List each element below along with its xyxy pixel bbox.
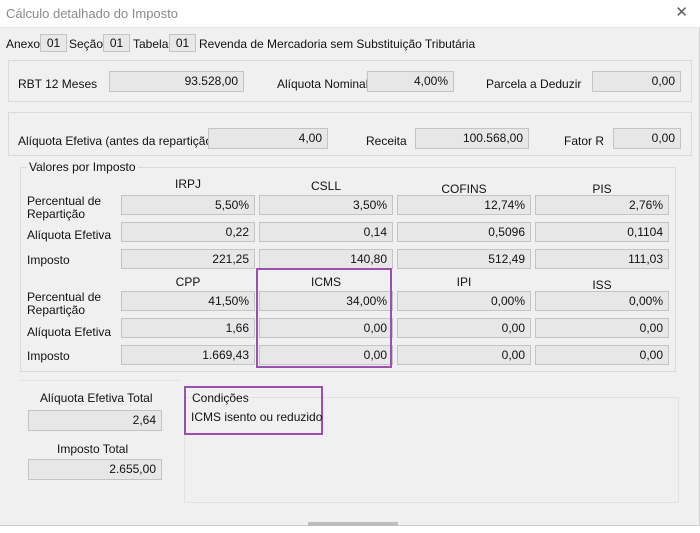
- row-label-aliquota: Alíquota Efetiva: [27, 228, 112, 242]
- valores-group-title: Valores por Imposto: [27, 160, 138, 174]
- icms-percentual: 34,00%: [259, 291, 393, 311]
- header-csll: CSLL: [310, 179, 342, 193]
- row-label-percentual: Percentual de Repartição: [27, 194, 102, 221]
- header-icms: ICMS: [311, 275, 341, 289]
- header-cpp: CPP: [175, 275, 201, 289]
- aliquota-efetiva-label: Alíquota Efetiva (antes da repartição): [18, 134, 217, 148]
- pis-percentual: 2,76%: [535, 195, 669, 215]
- irpj-aliquota: 0,22: [121, 222, 255, 242]
- receita-field: 100.568,00: [415, 128, 529, 149]
- irpj-imposto: 221,25: [121, 249, 255, 269]
- anexo-field: 01: [40, 34, 67, 52]
- pis-aliquota: 0,1104: [535, 222, 669, 242]
- header-iss: ISS: [592, 278, 612, 292]
- anexo-label: Anexo: [6, 37, 41, 51]
- iss-percentual: 0,00%: [535, 291, 669, 311]
- totals-separator: [20, 380, 180, 381]
- pis-imposto: 111,03: [535, 249, 669, 269]
- aliquota-nominal-field: 4,00%: [367, 71, 454, 92]
- cofins-imposto: 512,49: [397, 249, 531, 269]
- header-cofins: COFINS: [441, 182, 487, 196]
- aliquota-nominal-label: Alíquota Nominal: [277, 77, 369, 91]
- ipi-percentual: 0,00%: [397, 291, 531, 311]
- fator-r-label: Fator R: [564, 134, 605, 148]
- row-label-aliquota-2: Alíquota Efetiva: [27, 325, 112, 339]
- condicoes-title: Condições: [192, 391, 249, 405]
- icms-aliquota: 0,00: [259, 318, 393, 338]
- iss-aliquota: 0,00: [535, 318, 669, 338]
- rbt-field: 93.528,00: [109, 71, 244, 92]
- cofins-aliquota: 0,5096: [397, 222, 531, 242]
- detail-window: Cálculo detalhado do Imposto ✕ Anexo 01 …: [0, 0, 700, 526]
- cpp-percentual: 41,50%: [121, 291, 255, 311]
- aliquota-total-label: Alíquota Efetiva Total: [40, 391, 153, 405]
- header-pis: PIS: [592, 182, 612, 196]
- csll-percentual: 3,50%: [259, 195, 393, 215]
- title-bar: Cálculo detalhado do Imposto ✕: [0, 0, 700, 28]
- header-irpj: IRPJ: [174, 177, 201, 191]
- aliquota-efetiva-field: 4,00: [208, 128, 328, 149]
- icms-imposto: 0,00: [259, 345, 393, 365]
- aliquota-total-field: 2,64: [28, 410, 162, 431]
- condicoes-text: ICMS isento ou reduzido: [191, 410, 323, 424]
- cpp-aliquota: 1,66: [121, 318, 255, 338]
- cofins-percentual: 12,74%: [397, 195, 531, 215]
- fator-r-field: 0,00: [613, 128, 681, 149]
- secao-field: 01: [103, 34, 130, 52]
- ipi-imposto: 0,00: [397, 345, 531, 365]
- anexo-description: Revenda de Mercadoria sem Substituição T…: [199, 37, 476, 51]
- window-title: Cálculo detalhado do Imposto: [6, 6, 179, 21]
- csll-imposto: 140,80: [259, 249, 393, 269]
- ipi-aliquota: 0,00: [397, 318, 531, 338]
- close-icon[interactable]: ✕: [675, 4, 688, 22]
- rbt-label: RBT 12 Meses: [18, 77, 98, 91]
- row-label-imposto: Imposto: [27, 253, 70, 267]
- bottom-scroll-indicator: [308, 522, 398, 526]
- receita-label: Receita: [366, 134, 407, 148]
- iss-imposto: 0,00: [535, 345, 669, 365]
- parcela-deduzir-field: 0,00: [592, 71, 681, 92]
- header-ipi: IPI: [456, 275, 472, 289]
- tabela-field: 01: [169, 34, 196, 52]
- irpj-percentual: 5,50%: [121, 195, 255, 215]
- row-label-percentual-2: Percentual de Repartição: [27, 290, 102, 317]
- imposto-total-field: 2.655,00: [28, 459, 162, 480]
- secao-label: Seção: [69, 37, 104, 51]
- csll-aliquota: 0,14: [259, 222, 393, 242]
- parcela-deduzir-label: Parcela a Deduzir: [486, 77, 582, 91]
- tabela-label: Tabela: [133, 37, 169, 51]
- cpp-imposto: 1.669,43: [121, 345, 255, 365]
- row-label-imposto-2: Imposto: [27, 349, 70, 363]
- imposto-total-label: Imposto Total: [57, 442, 129, 456]
